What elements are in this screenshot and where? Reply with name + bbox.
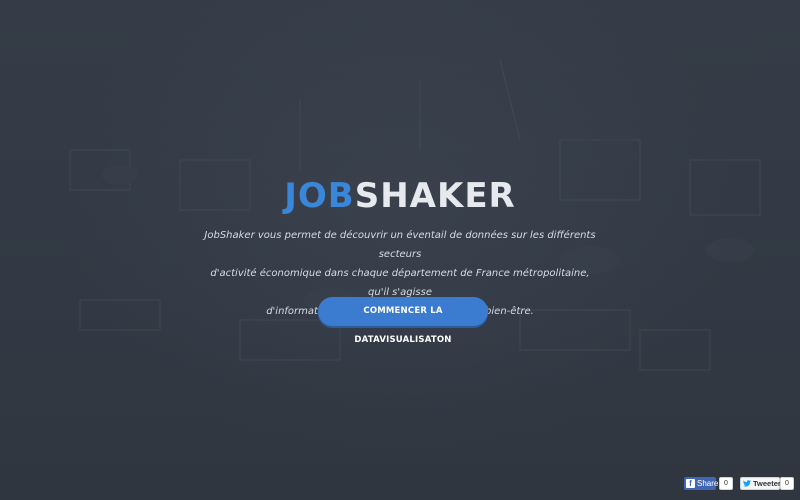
twitter-tweet-count: 0 (780, 477, 794, 490)
facebook-share-label: Share (697, 479, 719, 488)
twitter-tweet-label: Tweeter (753, 479, 781, 488)
start-datavisualisation-button[interactable]: COMMENCER LA DATAVISUALISATON (318, 297, 488, 345)
twitter-icon (743, 480, 751, 487)
intro-line-1: JobShaker vous permet de découvrir un év… (204, 230, 596, 260)
facebook-icon: f (686, 479, 695, 488)
facebook-share-count: 0 (719, 477, 733, 490)
logo-shaker: SHAKER (354, 176, 516, 216)
logo-job: JOB (284, 176, 355, 216)
twitter-tweet-button[interactable]: Tweeter (740, 477, 781, 490)
jobshaker-logo: JOBSHAKER (0, 172, 800, 220)
facebook-share-button[interactable]: f Share (684, 477, 719, 490)
